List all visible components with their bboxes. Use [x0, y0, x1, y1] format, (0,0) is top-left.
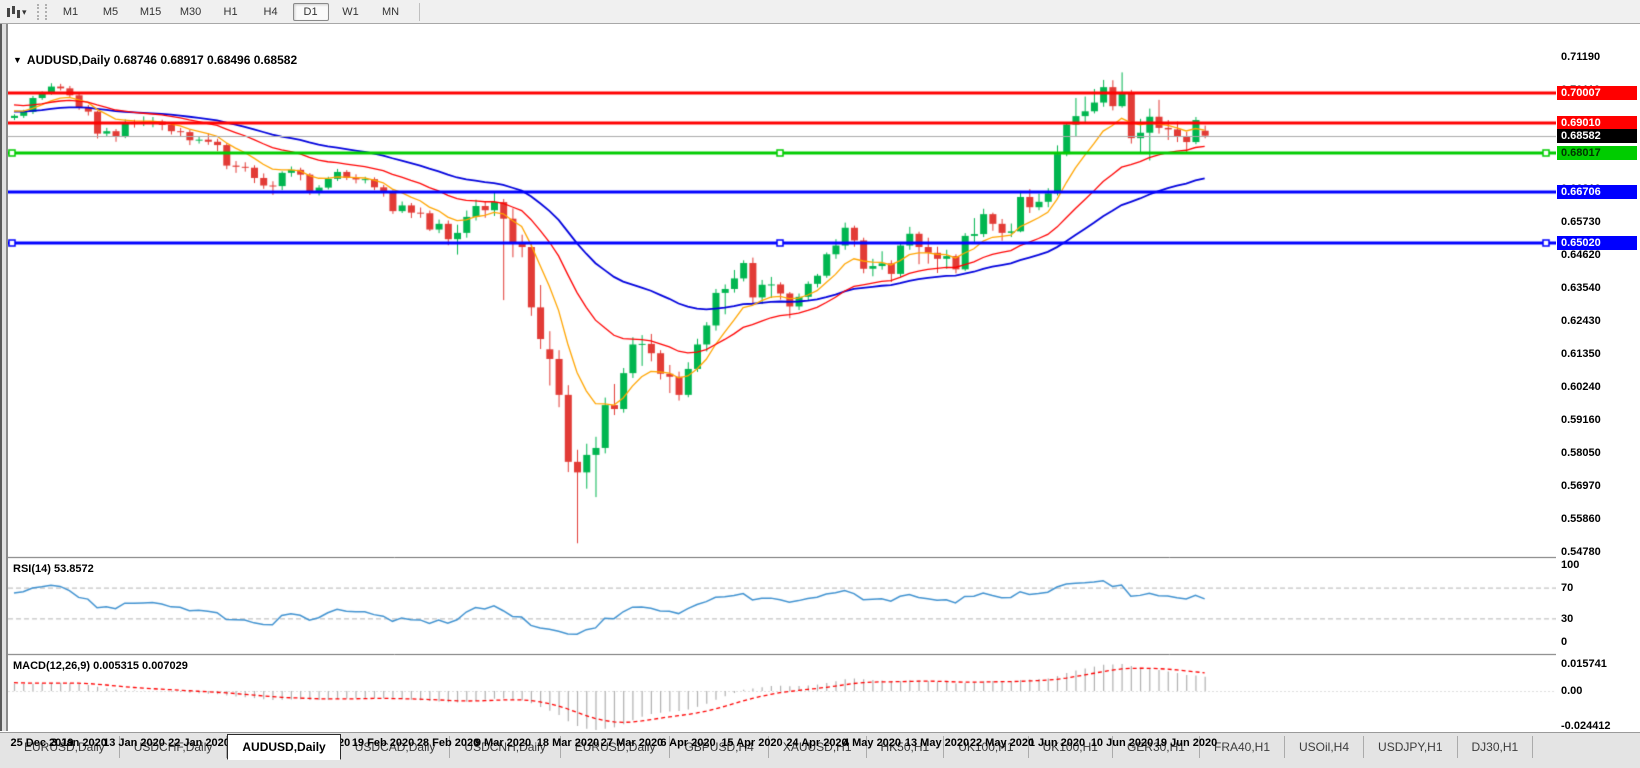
- price-axis-tick: 0.58050: [1561, 447, 1637, 459]
- timeframe-button-m30[interactable]: M30: [173, 3, 209, 21]
- chart-tab-usoil-h4[interactable]: USOil,H4: [1285, 736, 1364, 758]
- chart-area: ▼ AUDUSD,Daily 0.68746 0.68917 0.68496 0.…: [0, 24, 1640, 732]
- macd-indicator-label: MACD(12,26,9) 0.005315 0.007029: [13, 660, 188, 672]
- price-chart-canvas[interactable]: [8, 49, 1556, 755]
- rsi-indicator-label: RSI(14) 53.8572: [13, 563, 94, 575]
- rsi-axis-tick: 30: [1561, 613, 1637, 625]
- price-axis-tick: 0.60240: [1561, 381, 1637, 393]
- chart-title: ▼ AUDUSD,Daily 0.68746 0.68917 0.68496 0.…: [13, 53, 297, 67]
- price-axis-tick: 0.61350: [1561, 348, 1637, 360]
- price-level-badge: 0.65020: [1557, 236, 1637, 250]
- rsi-axis-tick: 100: [1561, 559, 1637, 571]
- timeframe-button-m1[interactable]: M1: [53, 3, 89, 21]
- timeframe-button-w1[interactable]: W1: [333, 3, 369, 21]
- rsi-axis-tick: 70: [1561, 582, 1637, 594]
- symbol-ohlc-text: AUDUSD,Daily 0.68746 0.68917 0.68496 0.6…: [27, 53, 297, 67]
- mt4-window: ▾ M1M5M15M30H1H4D1W1MN ▼ AUDUSD,Daily 0.6…: [0, 0, 1640, 768]
- rsi-axis-tick: 0: [1561, 636, 1637, 648]
- price-axis-tick: 0.64620: [1561, 249, 1637, 261]
- timeframe-button-m15[interactable]: M15: [133, 3, 169, 21]
- price-axis-tick: 0.62430: [1561, 315, 1637, 327]
- toolbar-divider: [419, 3, 420, 21]
- price-level-badge: 0.68017: [1557, 146, 1637, 160]
- candlestick-icon: [6, 6, 20, 18]
- macd-axis-tick: 0.015741: [1561, 658, 1637, 670]
- price-axis-tick: 0.56970: [1561, 480, 1637, 492]
- chart-tab-usdjpy-h1[interactable]: USDJPY,H1: [1364, 736, 1457, 758]
- price-axis-tick: 0.71190: [1561, 51, 1637, 63]
- price-axis-tick: 0.55860: [1561, 513, 1637, 525]
- price-axis-tick: 0.59160: [1561, 414, 1637, 426]
- chart-tab-dj30-h1[interactable]: DJ30,H1: [1458, 736, 1534, 758]
- timeframe-button-h4[interactable]: H4: [253, 3, 289, 21]
- date-axis-tick: 19 Jun 2020: [1146, 737, 1226, 749]
- timeframe-button-mn[interactable]: MN: [373, 3, 409, 21]
- chart-tab-audusd-daily[interactable]: AUDUSD,Daily: [227, 734, 340, 760]
- chevron-down-icon: ▾: [22, 7, 27, 17]
- title-dropdown-icon[interactable]: ▼: [13, 55, 22, 65]
- price-axis-tick: 0.54780: [1561, 546, 1637, 558]
- chart-window-left-border: [0, 24, 8, 731]
- toolbar-grip-handle[interactable]: [37, 4, 47, 20]
- current-price-badge: 0.68582: [1557, 129, 1637, 143]
- price-level-badge: 0.70007: [1557, 86, 1637, 100]
- timeframe-button-d1[interactable]: D1: [293, 3, 329, 21]
- chart-bars-icon[interactable]: ▾: [0, 0, 33, 23]
- timeframe-toolbar: ▾ M1M5M15M30H1H4D1W1MN: [0, 0, 1640, 24]
- price-level-badge: 0.69010: [1557, 116, 1637, 130]
- macd-axis-tick: -0.024412: [1561, 720, 1637, 732]
- price-axis-tick: 0.65730: [1561, 216, 1637, 228]
- price-level-badge: 0.66706: [1557, 185, 1637, 199]
- timeframe-button-m5[interactable]: M5: [93, 3, 129, 21]
- timeframe-button-h1[interactable]: H1: [213, 3, 249, 21]
- macd-axis-tick: 0.00: [1561, 685, 1637, 697]
- timeframe-buttons: M1M5M15M30H1H4D1W1MN: [51, 3, 411, 21]
- price-axis-tick: 0.63540: [1561, 282, 1637, 294]
